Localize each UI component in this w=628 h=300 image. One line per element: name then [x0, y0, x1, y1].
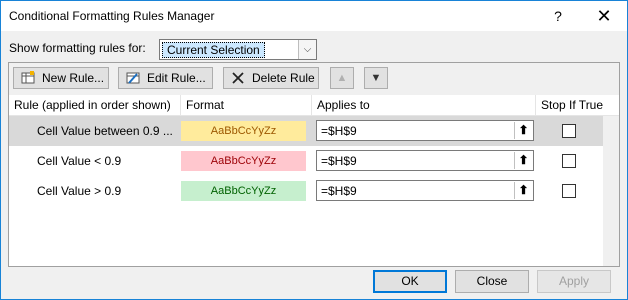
collapse-dialog-icon[interactable]: ⬆	[514, 122, 532, 139]
edit-rule-icon	[126, 72, 140, 84]
delete-rule-button[interactable]: Delete Rule	[223, 67, 319, 89]
collapse-dialog-icon[interactable]: ⬆	[514, 152, 532, 169]
rule-description: Cell Value < 0.9	[37, 154, 122, 168]
edit-rule-label: Edit Rule...	[147, 71, 206, 85]
chevron-down-icon[interactable]: ⌵	[298, 40, 316, 59]
stop-if-true-checkbox[interactable]	[562, 124, 576, 138]
format-preview: AaBbCcYyZz	[181, 121, 306, 141]
rules-toolbar: New Rule... Edit Rule... Delete Rule ▲ ▼	[9, 63, 619, 95]
apply-button[interactable]: Apply	[537, 270, 611, 293]
column-header-rule: Rule (applied in order shown)	[9, 95, 181, 115]
show-rules-label: Show formatting rules for:	[9, 41, 146, 55]
close-button[interactable]: Close	[455, 270, 529, 293]
show-rules-selected: Current Selection	[162, 42, 265, 58]
rules-panel: New Rule... Edit Rule... Delete Rule ▲ ▼…	[8, 62, 620, 267]
triangle-up-icon: ▲	[336, 72, 348, 84]
rule-row[interactable]: Cell Value > 0.9 AaBbCcYyZz =$H$9 ⬆	[9, 176, 603, 206]
vertical-scrollbar[interactable]	[603, 116, 619, 266]
rules-header: Rule (applied in order shown) Format App…	[9, 95, 619, 116]
rule-description: Cell Value between 0.9 ...	[37, 124, 173, 138]
applies-to-value: =$H$9	[321, 154, 357, 168]
move-up-button[interactable]: ▲	[330, 67, 354, 89]
format-preview: AaBbCcYyZz	[181, 181, 306, 201]
new-rule-button[interactable]: New Rule...	[13, 67, 109, 89]
help-button[interactable]: ?	[535, 1, 581, 31]
delete-rule-label: Delete Rule	[252, 71, 315, 85]
column-header-applies-to: Applies to	[312, 95, 536, 115]
conditional-formatting-dialog: Conditional Formatting Rules Manager ? ✕…	[0, 0, 628, 300]
edit-rule-button[interactable]: Edit Rule...	[118, 67, 213, 89]
collapse-dialog-icon[interactable]: ⬆	[514, 182, 532, 199]
delete-x-icon	[232, 72, 244, 84]
format-preview: AaBbCcYyZz	[181, 151, 306, 171]
new-rule-icon	[21, 71, 35, 84]
applies-to-value: =$H$9	[321, 124, 357, 138]
applies-to-value: =$H$9	[321, 184, 357, 198]
close-window-button[interactable]: ✕	[581, 1, 627, 31]
rule-row[interactable]: Cell Value < 0.9 AaBbCcYyZz =$H$9 ⬆	[9, 146, 603, 176]
triangle-down-icon: ▼	[370, 72, 382, 84]
rule-row[interactable]: Cell Value between 0.9 ... AaBbCcYyZz =$…	[9, 116, 603, 146]
move-down-button[interactable]: ▼	[364, 67, 388, 89]
dialog-title: Conditional Formatting Rules Manager	[9, 9, 215, 23]
applies-to-field[interactable]: =$H$9 ⬆	[316, 150, 534, 171]
applies-to-field[interactable]: =$H$9 ⬆	[316, 120, 534, 141]
column-header-format: Format	[181, 95, 312, 115]
title-bar: Conditional Formatting Rules Manager ? ✕	[1, 1, 627, 31]
ok-button[interactable]: OK	[373, 270, 447, 293]
rule-description: Cell Value > 0.9	[37, 184, 122, 198]
stop-if-true-checkbox[interactable]	[562, 154, 576, 168]
column-header-stop-if-true: Stop If True	[541, 98, 604, 112]
applies-to-field[interactable]: =$H$9 ⬆	[316, 180, 534, 201]
stop-if-true-checkbox[interactable]	[562, 184, 576, 198]
new-rule-label: New Rule...	[42, 71, 105, 85]
show-rules-dropdown[interactable]: Current Selection ⌵	[159, 39, 317, 60]
